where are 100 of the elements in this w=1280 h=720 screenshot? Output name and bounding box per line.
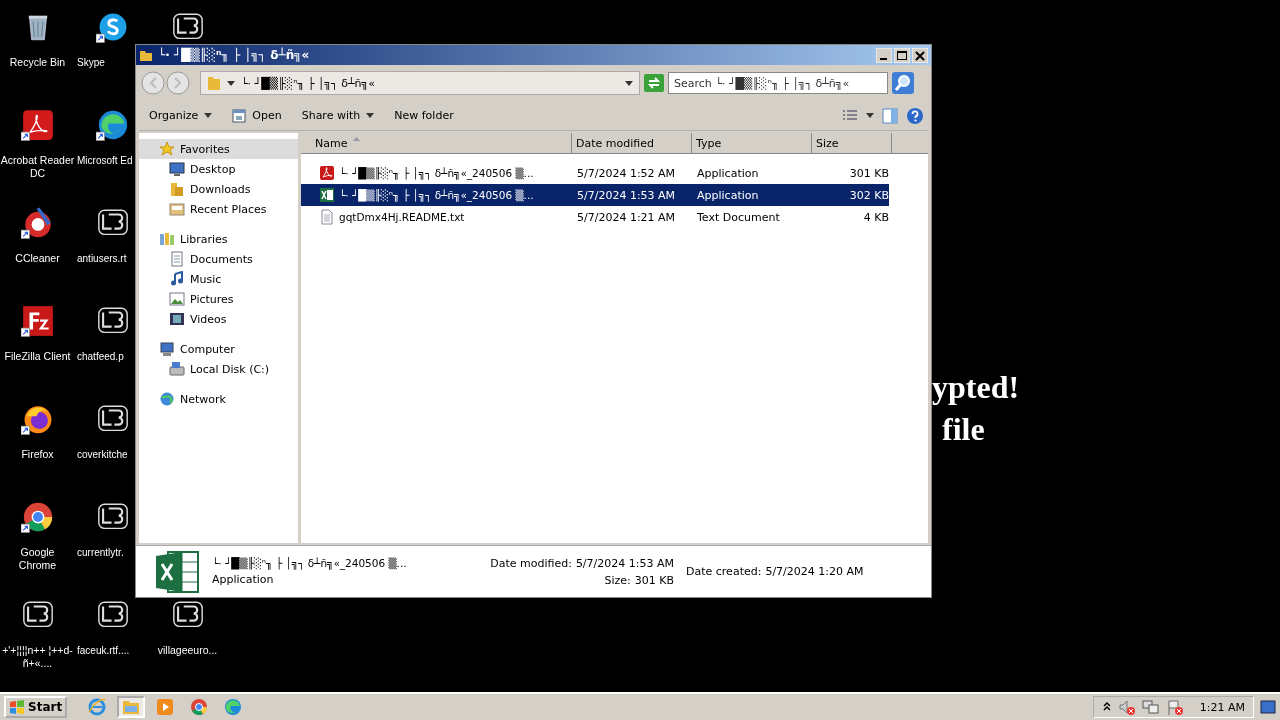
file-size: 301 KB — [848, 166, 889, 180]
close-button[interactable] — [912, 47, 928, 63]
muted-speaker-icon[interactable] — [1117, 699, 1136, 715]
toolbar-button[interactable]: New folder — [388, 106, 460, 125]
toolbar-button[interactable]: Open — [226, 105, 288, 126]
column-header[interactable]: Size — [812, 133, 892, 154]
nav-item[interactable]: Desktop — [139, 159, 298, 179]
minimize-button[interactable] — [876, 47, 892, 63]
show-desktop-button[interactable] — [1260, 699, 1276, 715]
acrobat-icon — [319, 165, 335, 181]
column-header[interactable]: Date modified — [572, 133, 692, 154]
internet-explorer-icon — [88, 698, 107, 716]
globe-icon — [159, 391, 175, 407]
edge-icon — [224, 698, 243, 716]
media-player-icon — [156, 698, 175, 716]
network-icon[interactable] — [1141, 699, 1160, 715]
windows-logo-icon — [9, 700, 25, 714]
search-field[interactable]: Search └· ┘█▒╟░ⁿ╖ ├ │╗┐ δ┴ñ╗« — [668, 72, 888, 94]
detail-value: 5/7/2024 1:20 AM — [765, 565, 864, 578]
edge-icon[interactable] — [95, 108, 130, 142]
clock: 1:21 AM — [1199, 700, 1245, 714]
icon-label[interactable]: CCleaner — [15, 252, 60, 265]
file-type: Application — [696, 188, 760, 202]
nav-item[interactable]: Libraries — [139, 229, 298, 249]
nav-item[interactable]: Music — [139, 269, 298, 289]
library-icon — [159, 231, 175, 247]
date-modified: 5/7/2024 1:21 AM — [576, 210, 677, 224]
nav-item[interactable]: Local Disk (C:) — [139, 359, 298, 379]
excel-icon — [319, 187, 335, 203]
film-icon — [169, 311, 185, 327]
icon-label[interactable]: antiusers.rt — [77, 252, 127, 265]
caret-icon — [227, 80, 235, 86]
nav-item[interactable]: Recent Places — [139, 199, 298, 219]
file-row[interactable]: └· ┘█▒╟░ⁿ╖ ├ │╗┐ δ┴ñ╗«_240506 ▒... 5/7/2024 1:52 AM Application 301 KB — [301, 162, 889, 184]
nav-item[interactable]: Network — [139, 389, 298, 409]
wallpaper-text: ypted! — [932, 368, 1020, 407]
monitor-icon — [169, 161, 185, 177]
text-file-icon — [319, 209, 335, 225]
nav-item[interactable]: Pictures — [139, 289, 298, 309]
file-type: Text Document — [696, 210, 781, 224]
drive-icon — [169, 361, 185, 377]
file-size: 302 KB — [848, 188, 889, 202]
star-icon — [159, 141, 175, 157]
caret-icon — [366, 113, 375, 118]
column-header[interactable]: Type — [692, 133, 812, 154]
music-note-icon — [169, 271, 185, 287]
icon-label[interactable]: coverkitche — [77, 448, 128, 461]
view-options-button[interactable] — [842, 108, 858, 123]
icon-label[interactable]: Google Chrome — [0, 546, 75, 572]
file-name: └· ┘█▒╟░ⁿ╖ ├ │╗┐ δ┴ñ╗«_240506 ▒... — [212, 557, 408, 569]
detail-value: 5/7/2024 1:53 AM — [575, 556, 674, 570]
nav-item[interactable]: Computer — [139, 339, 298, 359]
menu-button[interactable]: Organize — [143, 106, 219, 125]
file-row[interactable]: └· ┘█▒╟░ⁿ╖ ├ │╗┐ δ┴ñ╗«_240506 ▒... 5/7/2024 1:53 AM Application 302 KB — [301, 184, 889, 206]
filezilla-icon[interactable] — [20, 304, 55, 338]
caret-icon — [204, 113, 213, 118]
nav-item[interactable]: Downloads — [139, 179, 298, 199]
chrome-icon — [190, 698, 209, 716]
icon-label[interactable]: chatfeed.p — [77, 350, 124, 363]
icon-label[interactable]: Acrobat Reader DC — [0, 154, 75, 180]
chrome-icon[interactable] — [20, 500, 55, 534]
nav-item[interactable]: Videos — [139, 309, 298, 329]
menu-button[interactable]: Share with — [295, 106, 381, 125]
help-button[interactable] — [906, 106, 924, 125]
window-icon — [232, 108, 247, 123]
icon-label[interactable]: villageeuro... — [157, 644, 218, 657]
icon-label[interactable]: +'+¦¦¦¦n++ ¦++d-ñ+«.... — [0, 644, 75, 670]
excel-icon — [154, 549, 200, 594]
column-header[interactable]: Name — [301, 133, 572, 154]
computer-icon — [159, 341, 175, 357]
address-bar[interactable]: └· ┘█▒╟░ⁿ╖ ├ │╗┐ δ┴ñ╗« — [200, 71, 640, 95]
icon-label[interactable]: faceuk.rtf.... — [77, 644, 130, 657]
maximize-button[interactable] — [894, 47, 910, 63]
icon-label[interactable]: Recycle Bin — [9, 56, 66, 69]
address-text: └· ┘█▒╟░ⁿ╖ ├ │╗┐ δ┴ñ╗« — [241, 76, 375, 90]
wallpaper-text: file — [942, 410, 985, 449]
date-modified: 5/7/2024 1:53 AM — [576, 188, 677, 202]
caret-icon — [866, 113, 874, 118]
refresh-button[interactable] — [644, 74, 664, 92]
icon-label[interactable]: currentlytr. — [77, 546, 124, 559]
file-row[interactable]: gqtDmx4Hj.README.txt 5/7/2024 1:21 AM Text Document 4 KB — [301, 206, 889, 228]
file-name: gqtDmx4Hj.README.txt — [339, 211, 465, 223]
date-modified: 5/7/2024 1:52 AM — [576, 166, 677, 180]
detail-label: Size: — [604, 573, 631, 587]
icon-label[interactable]: Skype — [77, 56, 105, 69]
detail-value: 301 KB — [634, 573, 674, 587]
flag-icon[interactable] — [1165, 699, 1184, 715]
start-button[interactable]: Start — [4, 696, 68, 718]
icon-label[interactable]: Firefox — [21, 448, 54, 461]
acrobat-icon[interactable] — [20, 108, 55, 142]
nav-item[interactable]: Favorites — [139, 139, 298, 159]
search-button[interactable] — [892, 72, 914, 94]
icon-label[interactable]: Microsoft Ed — [77, 154, 133, 167]
detail-label: Date modified: — [490, 556, 572, 570]
file-type: Application — [212, 573, 275, 586]
nav-item[interactable]: Documents — [139, 249, 298, 269]
icon-label[interactable]: FileZilla Client — [4, 350, 71, 363]
file-name: └· ┘█▒╟░ⁿ╖ ├ │╗┐ δ┴ñ╗«_240506 ▒... — [339, 189, 534, 201]
file-type: Application — [696, 166, 760, 180]
window-title: └· ┘█▒╟░ⁿ╖ ├ │╗┐ δ┴ñ╗« — [158, 48, 310, 62]
